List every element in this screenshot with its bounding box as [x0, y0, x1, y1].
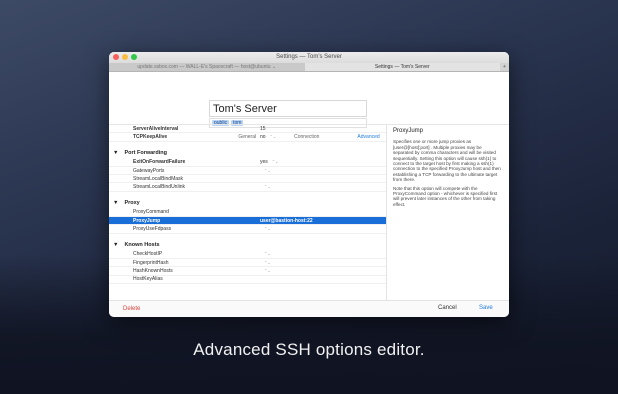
stepper-icon: ⌃⌄	[264, 184, 271, 190]
help-title: ProxyJump	[393, 128, 424, 134]
help-note: Note that this option will compete with …	[393, 185, 498, 207]
server-header: Tom's Server public tom General Connecti…	[109, 72, 509, 140]
option-row[interactable]: FingerprintHash ⌃⌄	[109, 259, 386, 268]
option-row[interactable]: ExitOnForwardFailure yes ⌃⌄	[109, 159, 386, 167]
option-row[interactable]: GatewayPorts ⌃⌄	[109, 167, 386, 176]
stepper-icon: ⌃⌄	[271, 159, 279, 165]
stepper-icon: ⌃⌄	[264, 251, 271, 257]
save-button[interactable]: Save	[479, 305, 493, 311]
stepper-icon: ⌃⌄	[264, 226, 271, 232]
option-row[interactable]: ServerAliveInterval 15	[109, 125, 386, 134]
zoom-button[interactable]	[131, 54, 137, 60]
option-row[interactable]: TCPKeepAlive no ⌃⌄	[109, 133, 386, 142]
stepper-icon: ⌃⌄	[264, 259, 271, 265]
option-row[interactable]: StreamLocalBindUnlink ⌃⌄	[109, 183, 386, 192]
section-port-forwarding[interactable]: ▼ Port Forwarding	[109, 147, 386, 159]
cancel-button[interactable]: Cancel	[438, 305, 457, 311]
title-bar: Settings — Tom's Server	[109, 52, 509, 63]
tab-bar: update.ssbox.com — WALL-E's Spacecraft —…	[109, 63, 509, 72]
footer-bar: Delete Cancel Save	[109, 300, 509, 317]
disclosure-triangle-icon[interactable]: ▼	[113, 150, 118, 156]
options-list[interactable]: ServerAliveInterval 15 TCPKeepAlive no ⌃⌄…	[109, 125, 387, 301]
tab-settings[interactable]: Settings — Tom's Server	[304, 63, 500, 71]
tab-terminal[interactable]: update.ssbox.com — WALL-E's Spacecraft —…	[109, 63, 305, 71]
delete-button[interactable]: Delete	[123, 306, 140, 312]
options-panel: ServerAliveInterval 15 TCPKeepAlive no ⌃⌄…	[109, 124, 509, 301]
option-row[interactable]: ProxyUseFdpass ⌃⌄	[109, 225, 386, 234]
server-name-field[interactable]: Tom's Server	[209, 100, 367, 117]
minimize-button[interactable]	[122, 54, 128, 60]
stepper-icon: ⌃⌄	[264, 167, 271, 173]
new-tab-button[interactable]: +	[500, 63, 509, 71]
help-panel: ProxyJump Specifies one or more jump pro…	[387, 125, 509, 300]
window-title: Settings — Tom's Server	[276, 54, 342, 60]
settings-window: Settings — Tom's Server update.ssbox.com…	[109, 52, 509, 317]
close-button[interactable]	[113, 54, 119, 60]
option-row-selected[interactable]: ProxyJump user@bastion-host:22	[109, 217, 386, 226]
option-row[interactable]: HashKnownHosts ⌃⌄	[109, 267, 386, 276]
disclosure-triangle-icon[interactable]: ▼	[113, 242, 118, 248]
disclosure-triangle-icon[interactable]: ▼	[113, 200, 118, 206]
help-text: Specifies one or more jump proxies as [u…	[393, 139, 501, 183]
option-row[interactable]: HostKeyAlias	[109, 276, 386, 284]
option-row[interactable]: StreamLocalBindMask	[109, 175, 386, 184]
section-known-hosts[interactable]: ▼ Known Hosts	[109, 239, 386, 251]
caption: Advanced SSH options editor.	[193, 340, 425, 359]
stepper-icon: ⌃⌄	[264, 267, 271, 273]
option-row[interactable]: CheckHostIP ⌃⌄	[109, 251, 386, 259]
section-proxy[interactable]: ▼ Proxy	[109, 197, 386, 209]
option-row[interactable]: ProxyCommand	[109, 209, 386, 218]
stepper-icon: ⌃⌄	[269, 133, 277, 139]
